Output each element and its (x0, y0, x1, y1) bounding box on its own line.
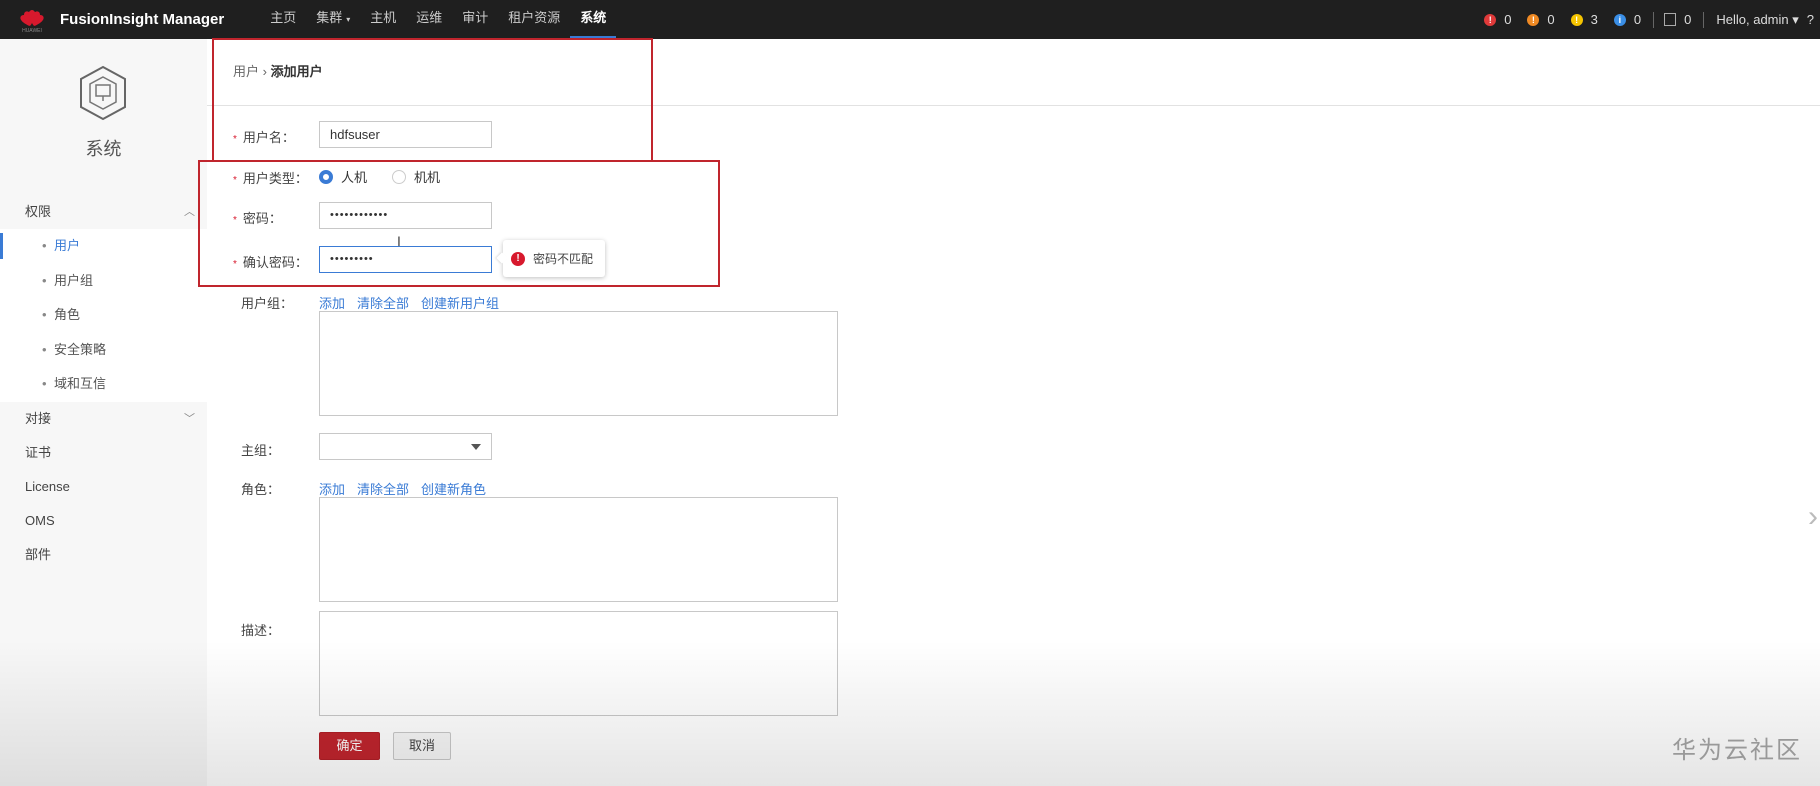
critical-alarm-icon: ! (1484, 13, 1497, 26)
critical-alarm[interactable]: ! 0 (1484, 12, 1511, 27)
collapse-icon[interactable]: › (1808, 500, 1820, 540)
clear-usergroups-link[interactable]: 清除全部 (357, 293, 409, 312)
sidebar-menu: 权限 ︿ 用户 用户组 角色 安全策略 域和互信 对接 ﹀ 证书 License… (0, 195, 207, 572)
role-list[interactable] (319, 497, 838, 602)
sidebar-group-components[interactable]: 部件 (0, 538, 207, 572)
highlight-box-password (198, 160, 720, 287)
sidebar-group-oms[interactable]: OMS (0, 504, 207, 538)
chevron-down-icon (471, 444, 481, 450)
main-nav: 主页 集群 ▾ 主机 运维 审计 租户资源 系统 (260, 0, 617, 39)
separator (1703, 11, 1705, 28)
minor-alarm-icon: ! (1570, 13, 1583, 26)
sidebar-item-domain-trust[interactable]: 域和互信 (0, 367, 207, 402)
system-icon (80, 65, 126, 121)
watermark: 华为云社区 (1672, 737, 1802, 764)
bottom-shade (0, 640, 1820, 786)
sidebar-item-users[interactable]: 用户 (0, 229, 207, 264)
message-icon[interactable] (1664, 13, 1677, 26)
chevron-down-icon: ﹀ (184, 412, 195, 425)
cancel-button[interactable]: 取消 (393, 732, 451, 760)
chevron-up-icon: ︿ (184, 206, 195, 218)
create-role-link[interactable]: 创建新角色 (421, 479, 486, 498)
nav-hosts[interactable]: 主机 (360, 0, 406, 39)
nav-ops[interactable]: 运维 (406, 0, 452, 39)
logo-text: HUAWEI (22, 27, 42, 34)
sidebar-item-roles[interactable]: 角色 (0, 298, 207, 333)
usergroup-list[interactable] (319, 311, 838, 416)
permission-submenu: 用户 用户组 角色 安全策略 域和互信 (0, 229, 207, 402)
info-alarm[interactable]: i0 (1613, 12, 1641, 27)
top-bar: HUAWEI FusionInsight Manager 主页 集群 ▾ 主机 运… (0, 0, 1820, 39)
add-usergroup-link[interactable]: 添加 (319, 293, 345, 312)
chevron-down-icon: ▾ (346, 15, 351, 24)
sidebar-item-usergroups[interactable]: 用户组 (0, 264, 207, 299)
description-textarea[interactable] (319, 611, 838, 716)
major-alarm[interactable]: ! 0 (1527, 12, 1555, 27)
huawei-logo[interactable]: HUAWEI (18, 8, 46, 34)
role-label: 角色： (241, 482, 281, 497)
message-count: 0 (1684, 12, 1692, 27)
sidebar-group-permission[interactable]: 权限 ︿ (0, 195, 207, 229)
nav-system[interactable]: 系统 (570, 0, 617, 39)
primary-group-select[interactable] (319, 433, 492, 460)
clear-roles-link[interactable]: 清除全部 (357, 479, 409, 498)
info-alarm-icon: i (1613, 13, 1626, 26)
sidebar-group-integration[interactable]: 对接 ﹀ (0, 402, 207, 436)
nav-tenant[interactable]: 租户资源 (498, 0, 570, 39)
usergroup-links: 添加 清除全部 创建新用户组 (319, 293, 511, 312)
nav-cluster[interactable]: 集群 ▾ (306, 0, 360, 39)
add-role-link[interactable]: 添加 (319, 479, 345, 498)
usergroup-label: 用户组： (241, 296, 294, 311)
minor-alarm[interactable]: ! 3 (1570, 12, 1598, 27)
sidebar-group-license[interactable]: License (0, 470, 207, 504)
sidebar-item-security-policy[interactable]: 安全策略 (0, 333, 207, 368)
ok-button[interactable]: 确定 (319, 732, 380, 760)
nav-home[interactable]: 主页 (260, 0, 306, 39)
sidebar-title: 系统 (85, 139, 122, 159)
create-usergroup-link[interactable]: 创建新用户组 (421, 293, 499, 312)
separator (1653, 11, 1655, 28)
status-area: ! 0 ! 0 ! 3 i0 0 Hello, admin ▾ ? (1468, 0, 1820, 39)
sidebar-group-certificate[interactable]: 证书 (0, 436, 207, 470)
primary-group-label: 主组： (241, 443, 281, 458)
sidebar: 系统 权限 ︿ 用户 用户组 角色 安全策略 域和互信 对接 ﹀ 证书 Lice… (0, 39, 207, 786)
help-icon[interactable]: ? (1807, 12, 1814, 27)
description-label: 描述： (241, 623, 281, 638)
major-alarm-icon: ! (1527, 13, 1540, 26)
app-title: FusionInsight Manager (60, 11, 225, 28)
highlight-box-username (212, 38, 653, 162)
role-links: 添加 清除全部 创建新角色 (319, 479, 498, 498)
user-menu[interactable]: Hello, admin ▾ (1716, 12, 1798, 28)
nav-audit[interactable]: 审计 (452, 0, 498, 39)
